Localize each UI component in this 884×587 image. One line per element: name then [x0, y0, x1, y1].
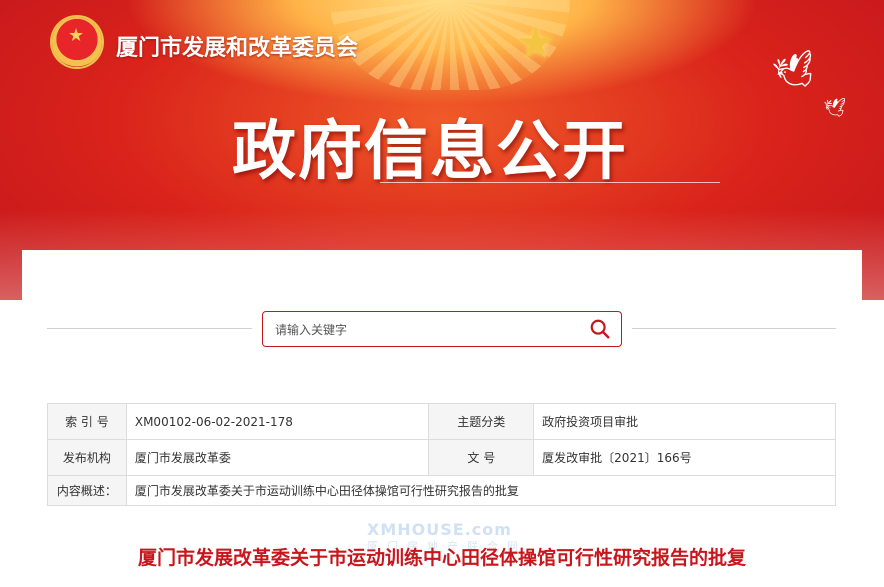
metadata-table: 索 引 号 XM00102-06-02-2021-178 主题分类 政府投资项目…: [47, 403, 837, 506]
docno-value: 厦发改审批〔2021〕166号: [533, 439, 836, 476]
docno-label: 文 号: [428, 439, 535, 476]
content-panel: 索 引 号 XM00102-06-02-2021-178 主题分类 政府投资项目…: [22, 250, 862, 587]
summary-label: 内容概述：: [47, 475, 127, 506]
search-icon[interactable]: [589, 318, 611, 340]
divider-right: [632, 328, 836, 329]
category-label: 主题分类: [428, 403, 535, 440]
summary-value: 厦门市发展改革委关于市运动训练中心田径体操馆可行性研究报告的批复: [125, 475, 837, 506]
divider-left: [47, 328, 252, 329]
publisher-value: 厦门市发展改革委: [125, 439, 430, 476]
search-box: [262, 311, 622, 347]
search-input[interactable]: [273, 318, 577, 342]
star-icon: ★: [516, 18, 556, 69]
table-row: 发布机构 厦门市发展改革委 文 号 厦发改审批〔2021〕166号: [47, 439, 836, 476]
table-row: 内容概述： 厦门市发展改革委关于市运动训练中心田径体操馆可行性研究报告的批复: [47, 475, 837, 506]
category-value: 政府投资项目审批: [533, 403, 836, 440]
page-title: 政府信息公开: [232, 115, 628, 189]
dove-icon: 🕊: [769, 47, 822, 97]
org-name[interactable]: 厦门市发展和改革委员会: [116, 30, 358, 62]
watermark-text: XMHOUSE.com: [367, 520, 512, 539]
document-title: 厦门市发展改革委关于市运动训练中心田径体操馆可行性研究报告的批复: [137, 547, 746, 569]
table-row: 索 引 号 XM00102-06-02-2021-178 主题分类 政府投资项目…: [47, 403, 836, 440]
dove-icon: 🕊: [823, 97, 848, 120]
title-underline: [380, 182, 720, 183]
publisher-label: 发布机构: [47, 439, 127, 476]
index-label: 索 引 号: [47, 403, 127, 440]
index-value: XM00102-06-02-2021-178: [125, 403, 430, 440]
national-emblem-icon: ★: [52, 17, 102, 67]
